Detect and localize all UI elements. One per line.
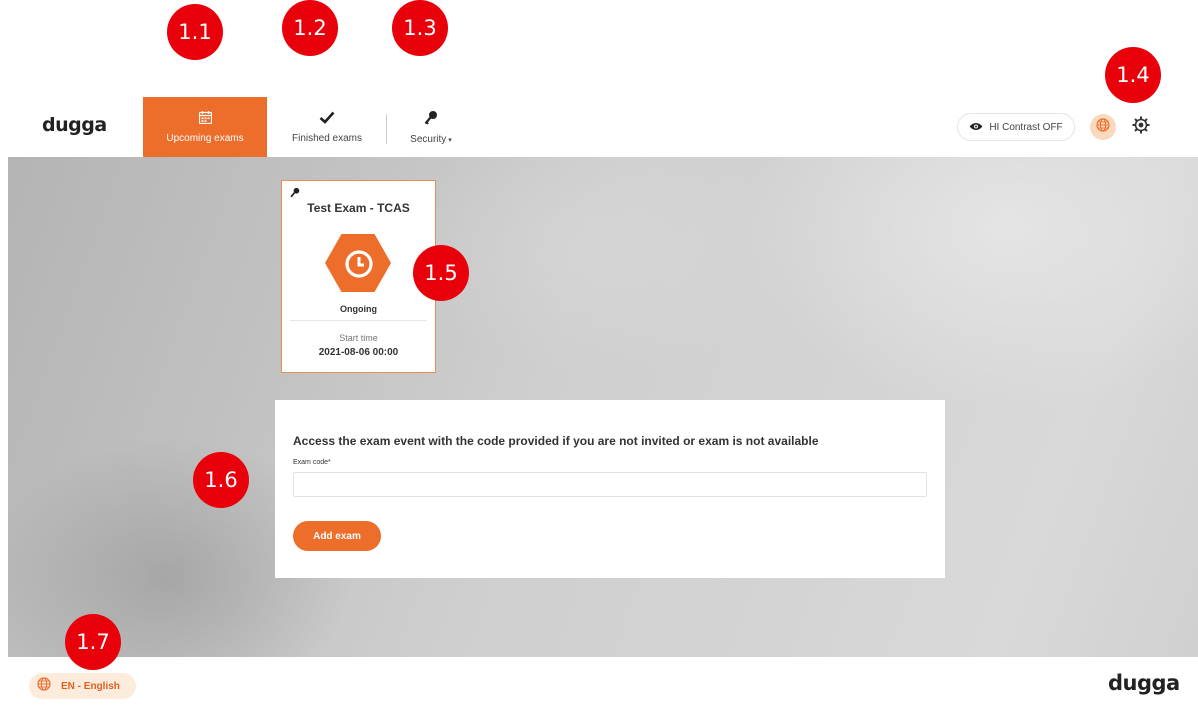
tab-finished-exams[interactable]: Finished exams: [280, 97, 374, 157]
language-button[interactable]: [1090, 114, 1116, 140]
eye-icon: [969, 120, 983, 134]
exam-card-title: Test Exam - TCAS: [307, 201, 410, 215]
globe-icon: [1096, 117, 1110, 137]
tab-upcoming-exams-label: Upcoming exams: [166, 132, 244, 144]
calendar-icon: [198, 110, 212, 129]
annotation-marker: 1.3: [392, 0, 448, 56]
key-icon: [290, 187, 300, 201]
exam-card-start-label: Start time: [339, 333, 378, 343]
exam-card-start-time: 2021-08-06 00:00: [318, 347, 399, 358]
dugga-footer-logo: dugga: [1108, 671, 1180, 695]
settings-button[interactable]: [1128, 114, 1154, 140]
exam-code-label: Exam code*: [293, 459, 331, 466]
main-content-area: Test Exam - TCAS Ongoing Start time 2021…: [8, 157, 1198, 657]
top-navigation-bar: dugga Upcoming exams Finished exams Secu…: [0, 97, 1198, 157]
tab-upcoming-exams[interactable]: Upcoming exams: [143, 97, 267, 157]
security-menu-label: Security ▾: [410, 134, 452, 145]
dugga-logo[interactable]: dugga: [42, 114, 107, 136]
annotation-marker: 1.1: [167, 4, 223, 60]
tab-finished-exams-label: Finished exams: [291, 132, 363, 144]
annotation-marker: 1.2: [282, 0, 338, 56]
exam-code-input[interactable]: [293, 472, 927, 497]
chevron-down-icon: ▾: [448, 136, 452, 144]
add-exam-button[interactable]: Add exam: [293, 521, 381, 551]
security-menu[interactable]: Security ▾: [398, 97, 464, 157]
annotation-marker: 1.6: [193, 452, 249, 508]
nav-divider: [386, 114, 387, 144]
key-icon: [424, 110, 438, 130]
security-label: Security: [410, 133, 447, 145]
annotation-marker: 1.7: [65, 614, 121, 670]
access-heading: Access the exam event with the code prov…: [293, 434, 819, 448]
checkmark-icon: [319, 111, 335, 129]
annotation-marker: 1.4: [1105, 47, 1161, 103]
annotation-marker: 1.5: [413, 245, 469, 301]
exam-card-status: Ongoing: [340, 304, 377, 314]
high-contrast-label: HI Contrast OFF: [989, 121, 1063, 133]
high-contrast-toggle[interactable]: HI Contrast OFF: [957, 113, 1075, 141]
access-exam-panel: Access the exam event with the code prov…: [275, 400, 945, 578]
language-selector[interactable]: EN - English: [29, 673, 136, 699]
gear-icon: [1132, 116, 1150, 139]
exam-card-divider: [290, 320, 427, 321]
clock-icon: [345, 250, 373, 278]
globe-icon: [37, 676, 51, 696]
language-label: EN - English: [61, 680, 120, 692]
